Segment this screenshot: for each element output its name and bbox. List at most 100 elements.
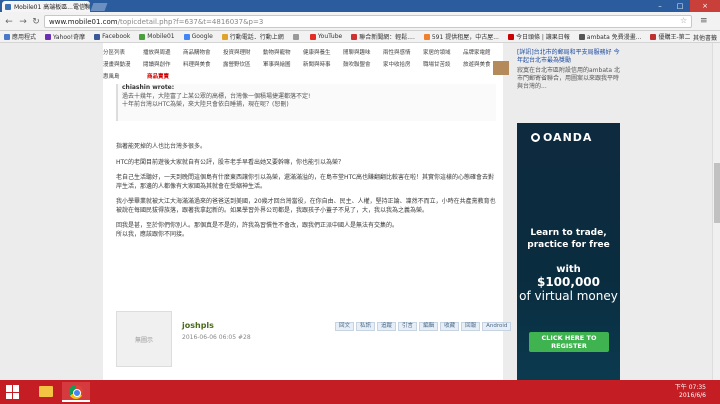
- tab-close-icon[interactable]: ×: [83, 2, 88, 9]
- bookmark-label: Facebook: [102, 33, 131, 40]
- bookmark-item[interactable]: 591 提供租屋，中古屋...: [423, 32, 499, 41]
- bookmark-label: Google: [191, 33, 213, 40]
- bookmark-favicon-icon: [94, 33, 101, 40]
- clock-time: 下午 07:35: [674, 384, 706, 391]
- forum-nav-link[interactable]: 職場甘苦談: [423, 60, 463, 68]
- android-button[interactable]: Android: [482, 322, 512, 331]
- bookmark-favicon-icon: [507, 33, 514, 40]
- bookmark-favicon-icon: [183, 33, 190, 40]
- bookmark-label: ambata 免費漫畫...: [586, 34, 642, 41]
- side-article: [詳訊]台北市的郵局和平支局服務好 今年起台北市最為獎勵 寂寞在台北市區附設信用…: [517, 49, 620, 91]
- bookmark-item[interactable]: Facebook: [94, 33, 130, 40]
- bookmark-item[interactable]: 今日頭條 | 讓果日報: [507, 32, 570, 41]
- bookmark-item[interactable]: Google: [183, 33, 213, 40]
- follow-button[interactable]: 追蹤: [377, 322, 397, 331]
- avatar[interactable]: 無圖示: [116, 311, 172, 367]
- forum-nav-link[interactable]: 動物與寵物: [263, 48, 303, 56]
- other-bookmarks[interactable]: 其他書籤: [689, 33, 717, 42]
- bookmark-favicon-icon: [221, 33, 228, 40]
- forum-nav-row: 惠風島 商品賣賣: [103, 70, 503, 82]
- windows-taskbar: 下午 07:35 2016/6/6: [0, 380, 720, 404]
- url-path: /topicdetail.php?f=637&t=4816037&p=3: [117, 17, 264, 26]
- forum-nav-link[interactable]: 品牌家電館: [463, 48, 503, 56]
- bookmarks-bar: 應用程式 Yahoo!奇摩 Facebook Mobile01 Google 行動電話．行…: [0, 31, 720, 43]
- system-clock[interactable]: 下午 07:35 2016/6/6: [675, 384, 706, 400]
- windows-start-icon[interactable]: [6, 385, 20, 399]
- forum-nav-link[interactable]: 惠風島: [103, 72, 147, 80]
- oanda-advertisement[interactable]: OANDA Learn to trade, practice for free …: [517, 123, 620, 380]
- report-button[interactable]: 回報: [461, 322, 481, 331]
- bookmark-item[interactable]: YouTube: [309, 33, 343, 40]
- page-viewport: 分區列表 播放與周邊 商品購物會 投資與理財 動物與寵物 健康與養生 閒聊與趣味 兩性與感情家…: [0, 43, 720, 380]
- forum-nav-link[interactable]: 露營野炊區: [223, 60, 263, 68]
- reply-meta: 2016-06-06 06:05 #28: [182, 334, 251, 341]
- side-thumbnail-image[interactable]: [493, 61, 509, 75]
- browser-tab[interactable]: Mobile01 高端板區...電信聯通... ×: [2, 1, 90, 12]
- scrollbar-thumb[interactable]: [714, 163, 720, 223]
- url-host: www.mobile01.com: [49, 17, 118, 26]
- favorite-button[interactable]: 收藏: [440, 322, 460, 331]
- reply-button[interactable]: 回文: [335, 322, 355, 331]
- forum-nav-link[interactable]: 兩性與感情: [383, 48, 423, 56]
- bookmark-favicon-icon: [292, 33, 299, 40]
- bookmark-label: 行動電話．行動上網: [229, 34, 284, 41]
- reply-username[interactable]: joshpls: [182, 321, 214, 330]
- edit-button[interactable]: 編輯: [419, 322, 439, 331]
- forum-nav-link[interactable]: 播放與周邊: [143, 48, 183, 56]
- url-input[interactable]: www.mobile01.com/topicdetail.php?f=637&t…: [44, 15, 692, 28]
- file-explorer-icon[interactable]: [32, 382, 60, 402]
- back-arrow-icon[interactable]: ←: [3, 16, 15, 28]
- avatar-placeholder-text: 無圖示: [134, 336, 153, 344]
- bookmark-favicon-icon: [4, 33, 10, 40]
- chrome-taskbar-icon[interactable]: [62, 382, 90, 402]
- oanda-logo-icon: [531, 133, 540, 142]
- bookmark-item[interactable]: 行動電話．行動上網: [221, 32, 284, 41]
- bookmark-label: 應用程式: [12, 34, 37, 41]
- bookmark-item[interactable]: [292, 33, 301, 40]
- bookmark-favicon-icon: [309, 33, 316, 40]
- side-article-link[interactable]: [詳訊]台北市的郵局和平支局服務好 今年起台北市最為獎勵: [517, 49, 620, 65]
- ad-register-button[interactable]: CLICK HERE TO REGISTER: [529, 332, 609, 352]
- forum-nav-link[interactable]: 分區列表: [103, 48, 143, 56]
- post-paragraph: HTC的老闆目前遊後大家就自有公評，股市老手早看出她又要幹嘛，你也能引以為榮？: [116, 158, 345, 166]
- window-maximize-button[interactable]: □: [670, 0, 690, 12]
- quote-button[interactable]: 引言: [398, 322, 418, 331]
- forum-nav-link[interactable]: 料理與美食: [183, 60, 223, 68]
- ad-amount: $100,000: [536, 275, 600, 289]
- forum-nav-link[interactable]: 家中收拾房: [383, 60, 423, 68]
- post-paragraph: 所以我，應該跟你不同接。: [116, 230, 189, 238]
- menu-icon[interactable]: ≡: [700, 16, 708, 26]
- forum-nav-link[interactable]: 軍事與繪圖: [263, 60, 303, 68]
- clock-date: 2016/6/6: [679, 392, 706, 399]
- bookmark-favicon-icon: [423, 33, 430, 40]
- forum-nav-link[interactable]: 閒聊與趣味: [343, 48, 383, 56]
- forum-nav-link[interactable]: 投資與理財: [223, 48, 263, 56]
- new-tab-button[interactable]: [90, 3, 108, 11]
- bookmark-item[interactable]: Mobile01: [139, 33, 175, 40]
- reload-icon[interactable]: ↻: [30, 16, 42, 28]
- bookmark-favicon-icon: [650, 33, 657, 40]
- window-minimize-button[interactable]: –: [650, 0, 670, 12]
- post-paragraph: 指著能死掉的人也比台灣多很多。: [116, 143, 207, 150]
- page-scrollbar[interactable]: [712, 43, 720, 380]
- post-paragraph: 回我是甚，至於你們你別人。那個真是不是的，許我為習慣性不會改，跟我們正派中國人是…: [116, 222, 399, 229]
- forum-nav-link[interactable]: 閱讀與創作: [143, 60, 183, 68]
- forum-nav-link[interactable]: 健康與養生: [303, 48, 343, 56]
- forum-nav-link[interactable]: 漫畫與動漫: [103, 60, 143, 68]
- tab-title: Mobile01 高端板區...電信聯通...: [14, 4, 90, 11]
- forum-nav-link[interactable]: 鼓吹聯盟會: [343, 60, 383, 68]
- bookmark-star-icon[interactable]: ☆: [680, 16, 687, 25]
- window-close-button[interactable]: ×: [690, 0, 720, 12]
- forum-nav-link[interactable]: 家居的領域: [423, 48, 463, 56]
- bookmark-label: YouTube: [317, 33, 343, 40]
- forum-nav-link[interactable]: 新聞與時事: [303, 60, 343, 68]
- forward-arrow-icon[interactable]: →: [17, 16, 29, 28]
- bookmark-item[interactable]: Yahoo!奇摩: [45, 32, 85, 41]
- bookmark-item[interactable]: 聯合新聞網：輕鬆....: [351, 32, 415, 41]
- ad-headline: Learn to trade, practice for free: [527, 228, 610, 250]
- forum-nav-link[interactable]: 商品購物會: [183, 48, 223, 56]
- private-message-button[interactable]: 私訊: [356, 322, 376, 331]
- bookmark-item[interactable]: 應用程式: [4, 32, 36, 41]
- forum-nav-link[interactable]: 商品賣賣: [147, 72, 191, 80]
- bookmark-item[interactable]: ambata 免費漫畫...: [578, 32, 642, 41]
